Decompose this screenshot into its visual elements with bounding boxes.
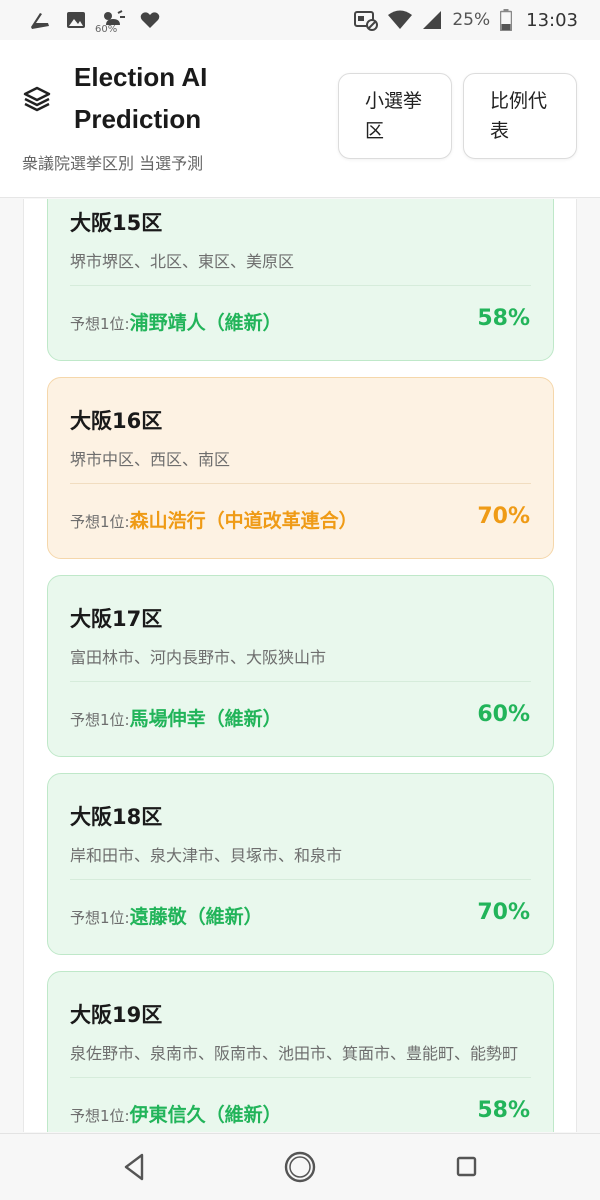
district-name: 大阪17区 xyxy=(70,607,163,631)
status-left xyxy=(28,9,160,31)
prediction-label: 予想1位: xyxy=(70,711,130,729)
district-list-container[interactable]: 大阪15区 堺市堺区、北区、東区、美原区 予想1位: 浦野靖人（維新） 58% … xyxy=(23,199,577,1132)
weather-percent: 60% xyxy=(95,24,118,35)
win-probability: 60% xyxy=(477,702,530,727)
heart-icon xyxy=(140,11,160,29)
prediction-label: 予想1位: xyxy=(70,909,130,927)
app-subtitle: 衆議院選挙区別 当選予測 xyxy=(22,154,204,173)
battery-percent: 25% xyxy=(452,10,491,30)
win-probability: 70% xyxy=(477,900,530,925)
district-card-list: 大阪15区 堺市堺区、北区、東区、美原区 予想1位: 浦野靖人（維新） 58% … xyxy=(47,199,554,1132)
clock: 13:03 xyxy=(526,9,578,31)
prediction-row: 予想1位: 森山浩行（中道改革連合） xyxy=(70,506,358,533)
battery-icon xyxy=(500,9,513,31)
predicted-winner: 遠藤敬（維新） xyxy=(129,906,263,928)
district-card[interactable]: 大阪16区 堺市中区、西区、南区 予想1位: 森山浩行（中道改革連合） 70% xyxy=(47,377,554,559)
district-areas: 富田林市、河内長野市、大阪狭山市 xyxy=(70,648,327,667)
image-icon xyxy=(66,10,86,30)
district-areas: 堺市中区、西区、南区 xyxy=(70,450,231,469)
signal-icon xyxy=(422,10,442,30)
district-name: 大阪19区 xyxy=(70,1003,163,1027)
app-header: Election AI Prediction 衆議院選挙区別 当選予測 小選挙区… xyxy=(0,40,600,198)
prediction-label: 予想1位: xyxy=(70,513,130,531)
win-probability: 58% xyxy=(477,1098,530,1123)
prediction-row: 予想1位: 浦野靖人（維新） xyxy=(70,308,282,335)
district-areas: 岸和田市、泉大津市、貝塚市、和泉市 xyxy=(70,846,343,865)
district-card[interactable]: 大阪19区 泉佐野市、泉南市、阪南市、池田市、箕面市、豊能町、能勢町 予想1位:… xyxy=(47,971,554,1132)
district-areas: 堺市堺区、北区、東区、美原区 xyxy=(70,252,295,271)
district-name: 大阪18区 xyxy=(70,805,163,829)
card-divider xyxy=(70,681,531,682)
home-icon[interactable] xyxy=(282,1150,318,1188)
wifi-icon xyxy=(388,10,413,30)
district-card[interactable]: 大阪18区 岸和田市、泉大津市、貝塚市、和泉市 予想1位: 遠藤敬（維新） 70… xyxy=(47,773,554,955)
card-divider xyxy=(70,879,531,880)
predicted-winner: 伊東信久（維新） xyxy=(129,1104,282,1126)
card-divider xyxy=(70,285,531,286)
district-card[interactable]: 大阪17区 富田林市、河内長野市、大阪狭山市 予想1位: 馬場伸幸（維新） 60… xyxy=(47,575,554,757)
layers-icon xyxy=(22,84,52,118)
recents-icon[interactable] xyxy=(454,1150,480,1188)
app-title: Election AI Prediction xyxy=(74,62,208,134)
prediction-row: 予想1位: 馬場伸幸（維新） xyxy=(70,704,282,731)
back-icon[interactable] xyxy=(120,1150,150,1188)
district-card[interactable]: 大阪15区 堺市堺区、北区、東区、美原区 予想1位: 浦野靖人（維新） 58% xyxy=(47,199,554,361)
proportional-representation-button[interactable]: 比例代表 xyxy=(463,73,577,159)
win-probability: 70% xyxy=(477,504,530,529)
system-nav-bar xyxy=(0,1133,600,1200)
prediction-label: 予想1位: xyxy=(70,1107,130,1125)
district-areas: 泉佐野市、泉南市、阪南市、池田市、箕面市、豊能町、能勢町 xyxy=(70,1044,519,1063)
slipper-icon xyxy=(28,9,52,31)
single-seat-district-button[interactable]: 小選挙区 xyxy=(338,73,452,159)
district-name: 大阪15区 xyxy=(70,211,163,235)
card-divider xyxy=(70,483,531,484)
district-name: 大阪16区 xyxy=(70,409,163,433)
status-bar: 60% 25% 13:03 xyxy=(0,0,600,40)
predicted-winner: 馬場伸幸（維新） xyxy=(129,708,282,730)
predicted-winner: 浦野靖人（維新） xyxy=(129,312,282,334)
status-right: 25% 13:03 xyxy=(354,9,578,31)
prediction-label: 予想1位: xyxy=(70,315,130,333)
cast-off-icon xyxy=(354,9,379,31)
prediction-row: 予想1位: 伊東信久（維新） xyxy=(70,1100,282,1127)
win-probability: 58% xyxy=(477,306,530,331)
card-divider xyxy=(70,1077,531,1078)
predicted-winner: 森山浩行（中道改革連合） xyxy=(129,510,358,532)
prediction-row: 予想1位: 遠藤敬（維新） xyxy=(70,902,263,929)
